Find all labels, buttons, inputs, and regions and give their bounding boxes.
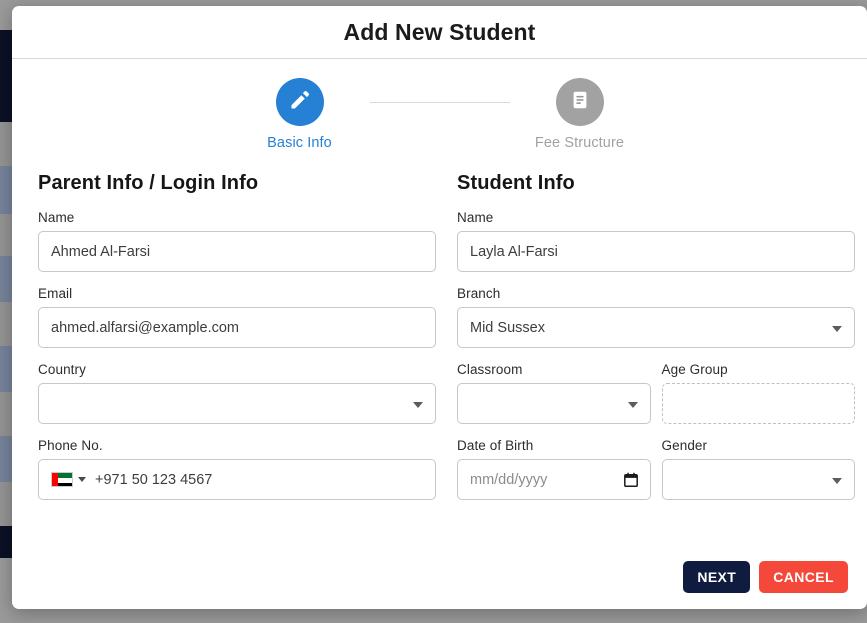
student-classroom-label: Classroom	[457, 362, 523, 377]
student-branch-select[interactable]: Mid Sussex	[457, 307, 855, 348]
parent-email-value: ahmed.alfarsi@example.com	[51, 319, 239, 336]
field-parent-country: Country	[38, 362, 436, 424]
field-row-dob-gender: Date of Birth mm/dd/yyyy Gender	[457, 438, 855, 500]
chevron-down-icon	[413, 401, 423, 408]
parent-name-label: Name	[38, 210, 75, 225]
student-dob-label: Date of Birth	[457, 438, 534, 453]
step-fee-structure-label: Fee Structure	[534, 135, 625, 151]
field-parent-email: Email ahmed.alfarsi@example.com	[38, 286, 436, 348]
modal-footer: NEXT CANCEL	[12, 553, 867, 609]
field-student-gender: Gender	[661, 438, 855, 500]
step-basic-info-label: Basic Info	[267, 135, 332, 151]
field-student-age-group: Age Group	[661, 362, 855, 424]
student-branch-label: Branch	[457, 286, 501, 301]
student-branch-value: Mid Sussex	[470, 319, 545, 336]
student-classroom-select[interactable]	[457, 383, 651, 424]
parent-info-column: Parent Info / Login Info Name Ahmed Al-F…	[38, 172, 436, 553]
student-age-group-input[interactable]	[661, 383, 855, 424]
field-parent-name: Name Ahmed Al-Farsi	[38, 210, 436, 272]
document-icon	[569, 89, 591, 116]
student-name-input[interactable]: Layla Al-Farsi	[457, 231, 855, 272]
parent-info-section-title: Parent Info / Login Info	[38, 172, 259, 194]
field-student-dob: Date of Birth mm/dd/yyyy	[457, 438, 651, 500]
student-name-value: Layla Al-Farsi	[470, 243, 558, 260]
student-dob-placeholder: mm/dd/yyyy	[470, 471, 548, 488]
parent-country-select[interactable]	[38, 383, 436, 424]
student-gender-select[interactable]	[661, 459, 855, 500]
chevron-down-icon	[832, 325, 842, 332]
parent-phone-value: +971 50 123 4567	[95, 471, 213, 488]
parent-name-value: Ahmed Al-Farsi	[51, 243, 151, 260]
parent-email-input[interactable]: ahmed.alfarsi@example.com	[38, 307, 436, 348]
modal-header: Add New Student	[12, 6, 867, 59]
chevron-down-icon	[832, 477, 842, 484]
student-info-column: Student Info Name Layla Al-Farsi Branch …	[457, 172, 855, 553]
form-body: Parent Info / Login Info Name Ahmed Al-F…	[12, 164, 867, 553]
student-gender-label: Gender	[661, 438, 708, 453]
parent-phone-input[interactable]: +971 50 123 4567	[38, 459, 436, 500]
field-student-branch: Branch Mid Sussex	[457, 286, 855, 348]
student-age-group-label: Age Group	[661, 362, 728, 377]
parent-country-label: Country	[38, 362, 86, 377]
student-name-label: Name	[457, 210, 494, 225]
chevron-down-icon	[78, 477, 86, 482]
stepper-connector-line	[369, 102, 510, 103]
calendar-icon[interactable]	[623, 472, 638, 487]
step-basic-info[interactable]: Basic Info	[230, 78, 370, 151]
field-student-name: Name Layla Al-Farsi	[457, 210, 855, 272]
step-basic-info-circle[interactable]	[275, 78, 324, 126]
field-row-classroom-agegroup: Classroom Age Group	[457, 362, 855, 424]
cancel-button[interactable]: CANCEL	[759, 561, 848, 593]
stepper: Basic Info Fee Structure	[12, 59, 867, 164]
field-parent-phone: Phone No. +971 50 123 4567	[38, 438, 436, 500]
phone-country-selector[interactable]	[51, 472, 86, 487]
parent-phone-label: Phone No.	[38, 438, 103, 453]
add-new-student-modal: Add New Student Basic Info Fee Structure…	[12, 6, 867, 609]
student-dob-input[interactable]: mm/dd/yyyy	[457, 459, 651, 500]
field-student-classroom: Classroom	[457, 362, 651, 424]
pencil-icon	[288, 88, 312, 117]
parent-name-input[interactable]: Ahmed Al-Farsi	[38, 231, 436, 272]
step-fee-structure-circle[interactable]	[555, 78, 604, 126]
step-fee-structure[interactable]: Fee Structure	[510, 78, 650, 151]
chevron-down-icon	[627, 401, 638, 408]
student-info-section-title: Student Info	[457, 172, 575, 194]
parent-email-label: Email	[38, 286, 73, 301]
uae-flag-icon	[51, 472, 73, 487]
next-button[interactable]: NEXT	[683, 561, 751, 593]
page-title: Add New Student	[343, 18, 536, 45]
